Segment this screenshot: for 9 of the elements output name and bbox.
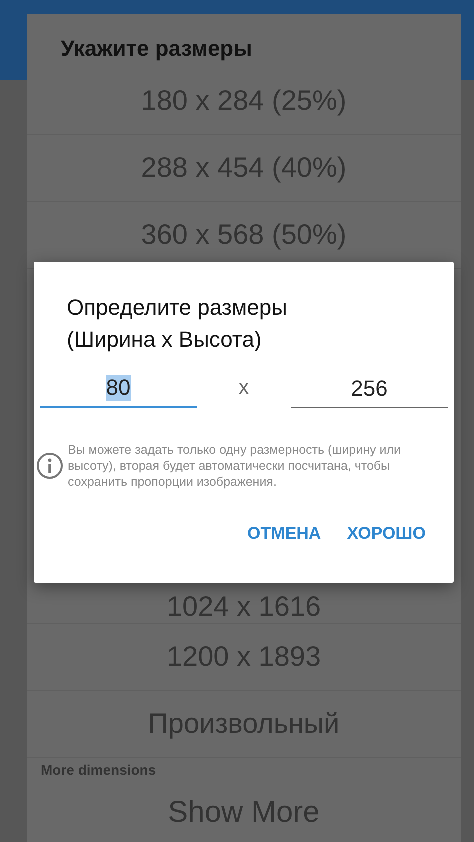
times-sign: x xyxy=(238,377,250,401)
dialog-title: Определите размеры (Ширина x Высота) xyxy=(66,294,288,354)
dialog-title: Укажите размеры xyxy=(60,35,254,63)
dialog-button[interactable]: ОТМЕНА xyxy=(242,520,328,548)
info-icon xyxy=(36,452,64,480)
width-field[interactable]: 80 xyxy=(40,370,197,408)
height-field[interactable]: 256 xyxy=(291,370,448,408)
info-text: Вы можете задать только одну размерность (ширину или высоту), вторая будет автоматически посчитана, чтобы сохранить пропорции изображения. xyxy=(68,442,402,490)
dialog-button[interactable]: ХОРОШО xyxy=(341,520,432,548)
